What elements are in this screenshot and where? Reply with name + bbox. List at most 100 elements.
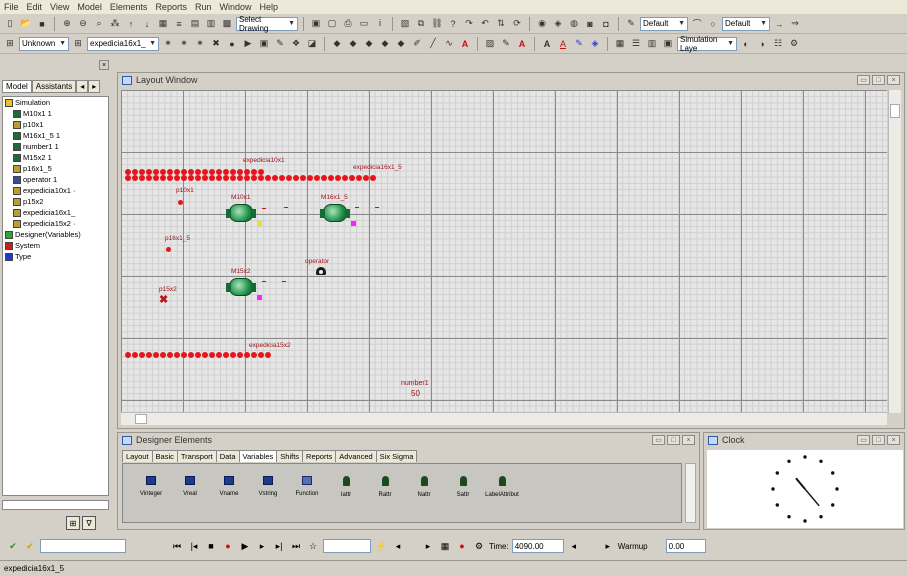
stop-icon[interactable]: ■ [204,539,218,553]
group-icon[interactable]: ⧉ [414,17,428,31]
warmup-field[interactable]: 0.00 [665,539,706,553]
tree-hscrollbar[interactable] [2,500,109,510]
check-warning-icon[interactable]: ✔ [23,539,37,553]
buffer-p16x1-5[interactable] [166,247,171,252]
designer-titlebar[interactable]: Designer Elements ▭ □ × [118,433,699,447]
layout-hscrollbar[interactable] [121,412,887,425]
print-icon[interactable]: ⎙ [341,17,355,31]
buffer-tool-icon[interactable]: ▶ [241,37,255,51]
filter-icon[interactable]: ∇ [82,516,96,530]
flip-icon[interactable]: ⇅ [494,17,508,31]
align-icon[interactable]: ≡ [172,17,186,31]
menu-edit[interactable]: Edit [27,2,43,12]
check-icon[interactable]: ✔ [6,539,20,553]
help-icon[interactable]: ? [446,17,460,31]
zoom-in-icon[interactable]: ⊕ [60,17,74,31]
menu-file[interactable]: File [4,2,19,12]
palette-item[interactable]: Vname [209,476,249,497]
path-tool-icon[interactable]: ✎ [273,37,287,51]
designer-tab[interactable]: Six Sigma [375,450,418,462]
category-combo[interactable]: Unknown ▼ [19,36,69,51]
designer-scrollbar[interactable] [685,463,696,523]
layout-canvas[interactable]: expedicia10x1 expedicia16x1_5 p10x1 M10x… [121,90,887,413]
queue-expedicia15x2[interactable] [125,352,272,358]
conveyor-tool-icon[interactable]: ❖ [289,37,303,51]
designer-tab[interactable]: Shifts [276,450,304,462]
hscroll-thumb[interactable] [135,414,147,424]
tree-item[interactable]: p15x2 [3,196,108,207]
speed-icon[interactable]: ⚡ [374,539,388,553]
speed-slider-icon[interactable]: ◂ [391,539,405,553]
palette-item[interactable]: Vinteger [131,476,171,497]
tree-item[interactable]: Designer(Variables) [3,229,108,240]
grid-toggle-icon[interactable]: ▦ [613,37,627,51]
tab-assistants[interactable]: Assistants [31,80,77,93]
command-field[interactable] [40,539,126,553]
palette-item[interactable]: Nattr [404,476,444,498]
globe-icon[interactable]: ◍ [567,17,581,31]
tab-scroll-left[interactable]: ◂ [76,80,89,93]
layer-settings-icon[interactable]: ⚙ [787,37,801,51]
designer-tab[interactable]: Reports [302,450,337,462]
grid-icon[interactable]: ▦ [156,17,170,31]
fill-icon[interactable]: ▨ [483,37,497,51]
step-forward-icon[interactable]: ▸ [255,539,269,553]
menu-help[interactable]: Help [259,2,278,12]
minimize-icon[interactable]: ▭ [857,435,870,445]
style-combo-2[interactable]: Default ▼ [722,16,770,31]
designer-tab[interactable]: Transport [176,450,217,462]
designer-tab[interactable]: Layout [122,450,153,462]
layer-window-icon[interactable]: ▣ [661,37,675,51]
play-icon[interactable]: ▶ [238,539,252,553]
machine-m15x2[interactable] [226,278,256,296]
brush-icon[interactable]: ✎ [499,37,513,51]
menu-window[interactable]: Window [219,2,251,12]
record-icon[interactable]: ● [221,539,235,553]
select-drawing-combo[interactable]: Select Drawing ▼ [236,15,298,33]
style-combo-1[interactable]: Default ▼ [640,16,688,31]
underline-text-icon[interactable]: A [556,37,570,51]
close-icon[interactable]: × [682,435,695,445]
screen-icon[interactable]: ▭ [357,17,371,31]
record-animation-icon[interactable]: ● [455,539,469,553]
palette-item[interactable]: LabelAttribut [482,476,522,498]
minimize-icon[interactable]: ▭ [652,435,665,445]
panel-close-icon[interactable]: × [99,60,109,70]
image-icon[interactable]: ◘ [599,17,613,31]
time-field[interactable]: 4090.00 [511,539,564,553]
menu-elements[interactable]: Elements [110,2,148,12]
bold-text-icon[interactable]: A [540,37,554,51]
layer-icon[interactable]: ▧ [398,17,412,31]
tree-item[interactable]: System [3,240,108,251]
arrow-down-icon[interactable]: ↓ [140,17,154,31]
palette-item[interactable]: Vstring [248,476,288,497]
chart-icon[interactable]: ▥ [204,17,218,31]
arrow-right-icon[interactable]: → [772,17,786,31]
designer-tab[interactable]: Advanced [335,450,377,462]
element-combo[interactable]: expedicia16x1_ ▼ [87,36,159,51]
palette-item[interactable]: Vreal [170,476,210,497]
tree-item[interactable]: expedicia15x2 · [3,218,108,229]
designer-tab[interactable]: Variables [238,450,278,462]
warmup-spinner-icon[interactable]: ▸ [601,539,615,553]
speed-field[interactable] [323,539,371,553]
ellipse-icon[interactable]: ○ [706,17,720,31]
camera-icon[interactable]: ◙ [583,17,597,31]
resource-tool-icon[interactable]: ◆ [362,37,376,51]
expand-icon[interactable]: ⊞ [71,37,85,51]
tree-item[interactable]: expedicia16x1_ [3,207,108,218]
layer-lock-icon[interactable]: ◑ [755,37,769,51]
machine-m16x1-5[interactable] [320,204,350,222]
tree-item[interactable]: expedicia10x1 · [3,185,108,196]
queue-expedicia16x1-5[interactable] [125,175,377,181]
curve-icon[interactable]: ⌒ [690,17,704,31]
connector-icon[interactable]: ⇒ [788,17,802,31]
text-color-icon[interactable]: A [458,37,472,51]
rotate-icon[interactable]: ⟳ [510,17,524,31]
fill-color-icon[interactable]: ◈ [588,37,602,51]
tree-item[interactable]: operator 1 [3,174,108,185]
end-icon[interactable]: ⏭ [289,539,303,553]
machine-tool-icon[interactable]: ▣ [257,37,271,51]
minimize-icon[interactable]: ▭ [857,75,870,85]
redo-icon[interactable]: ↷ [462,17,476,31]
